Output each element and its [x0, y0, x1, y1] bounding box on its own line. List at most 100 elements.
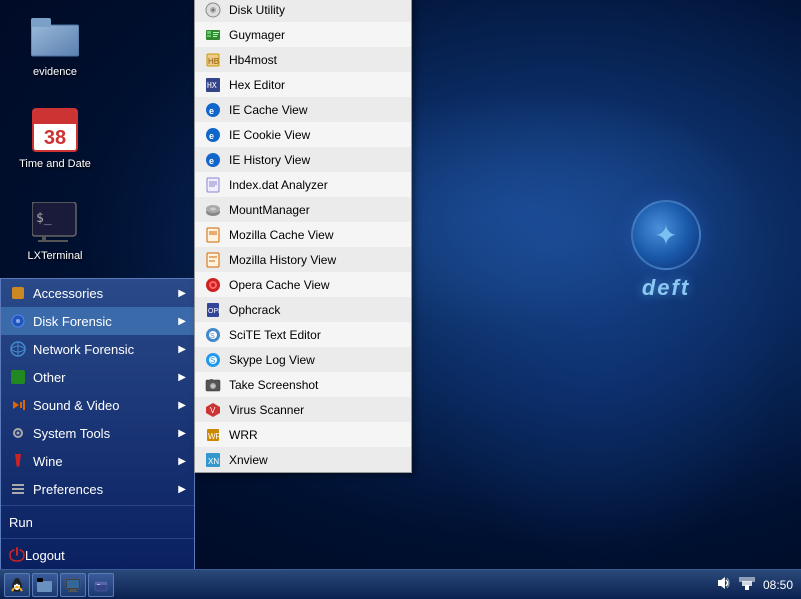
- desktop: deft evidence: [0, 0, 801, 599]
- menu-item-disk-forensic[interactable]: Disk Forensic ▶: [1, 307, 194, 335]
- timedate-label: Time and Date: [19, 158, 91, 170]
- submenu-xnview[interactable]: XN Xnview: [195, 447, 411, 472]
- system-tools-label: System Tools: [33, 426, 110, 441]
- mozilla-cache-label: Mozilla Cache View: [229, 228, 334, 242]
- submenu-index-dat[interactable]: Index.dat Analyzer: [195, 172, 411, 197]
- system-tools-arrow: ▶: [178, 428, 186, 439]
- other-arrow: ▶: [178, 372, 186, 383]
- submenu-opera-cache[interactable]: Opera Cache View: [195, 272, 411, 297]
- take-screenshot-icon: [203, 375, 223, 395]
- skype-log-label: Skype Log View: [229, 353, 315, 367]
- menu-item-system-tools[interactable]: System Tools ▶: [1, 419, 194, 447]
- preferences-icon: [9, 480, 27, 498]
- menu-item-wine[interactable]: Wine ▶: [1, 447, 194, 475]
- desktop-icon-timedate[interactable]: 38 Time and Date: [15, 102, 95, 174]
- disk-utility-icon: [203, 0, 223, 20]
- submenu-mozilla-cache[interactable]: Mozilla Cache View: [195, 222, 411, 247]
- svg-text:HB: HB: [208, 57, 219, 66]
- virus-scanner-icon: V: [203, 400, 223, 420]
- opera-cache-icon: [203, 275, 223, 295]
- svg-text:WR: WR: [208, 432, 221, 441]
- submenu-ophcrack[interactable]: OPH Ophcrack: [195, 297, 411, 322]
- taskbar-display-btn[interactable]: [60, 573, 86, 597]
- ie-cache-icon: e: [203, 100, 223, 120]
- logout-label: Logout: [25, 548, 65, 563]
- menu-item-preferences[interactable]: Preferences ▶: [1, 475, 194, 503]
- ie-cache-label: IE Cache View: [229, 103, 308, 117]
- svg-text:e: e: [209, 156, 214, 166]
- submenu-hb4most[interactable]: HB Hb4most: [195, 47, 411, 72]
- evidence-label: evidence: [33, 66, 77, 78]
- sound-video-icon: [9, 396, 27, 414]
- index-dat-icon: [203, 175, 223, 195]
- system-tools-icon: [9, 424, 27, 442]
- disk-forensic-submenu: Autopsy forensic browser Catfish Chrome …: [194, 0, 412, 473]
- ie-cookie-icon: e: [203, 125, 223, 145]
- submenu-wrr[interactable]: WR WRR: [195, 422, 411, 447]
- scite-icon: S: [203, 325, 223, 345]
- taskbar-penguin-btn[interactable]: [4, 573, 30, 597]
- other-icon: [9, 368, 27, 386]
- submenu-guymager[interactable]: Guymager: [195, 22, 411, 47]
- accessories-icon: [9, 284, 27, 302]
- mount-manager-label: MountManager: [229, 203, 310, 217]
- opera-cache-label: Opera Cache View: [229, 278, 330, 292]
- submenu-hex-editor[interactable]: HX Hex Editor: [195, 72, 411, 97]
- accessories-arrow: ▶: [178, 288, 186, 299]
- clock: 08:50: [763, 578, 793, 592]
- menu-item-other[interactable]: Other ▶: [1, 363, 194, 391]
- menu-run[interactable]: Run: [1, 508, 194, 536]
- wine-label: Wine: [33, 454, 63, 469]
- menu-logout[interactable]: Logout: [1, 541, 194, 569]
- submenu-mount-manager[interactable]: MountManager: [195, 197, 411, 222]
- calendar-icon: 38: [31, 106, 79, 154]
- guymager-icon: [203, 25, 223, 45]
- accessories-label: Accessories: [33, 286, 103, 301]
- submenu-ie-cookie[interactable]: e IE Cookie View: [195, 122, 411, 147]
- submenu-scite[interactable]: S SciTE Text Editor: [195, 322, 411, 347]
- menu-item-network-forensic[interactable]: Network Forensic ▶: [1, 335, 194, 363]
- terminal-icon-img: $_: [31, 198, 79, 246]
- submenu-disk-utility[interactable]: Disk Utility: [195, 0, 411, 22]
- submenu-ie-cache[interactable]: e IE Cache View: [195, 97, 411, 122]
- submenu-skype-log[interactable]: S Skype Log View: [195, 347, 411, 372]
- ie-history-label: IE History View: [229, 153, 310, 167]
- sound-video-label: Sound & Video: [33, 398, 120, 413]
- network-icon[interactable]: [739, 575, 755, 594]
- virus-scanner-label: Virus Scanner: [229, 403, 304, 417]
- hex-editor-label: Hex Editor: [229, 78, 285, 92]
- wrr-label: WRR: [229, 428, 258, 442]
- submenu-take-screenshot[interactable]: Take Screenshot: [195, 372, 411, 397]
- lxterminal-label: LXTerminal: [27, 250, 82, 262]
- menu-item-accessories[interactable]: Accessories ▶: [1, 279, 194, 307]
- desktop-icon-evidence[interactable]: evidence: [15, 10, 95, 82]
- taskbar-folder-btn[interactable]: [32, 573, 58, 597]
- menu-separator-2: [1, 538, 194, 539]
- network-forensic-label: Network Forensic: [33, 342, 134, 357]
- submenu-virus-scanner[interactable]: V Virus Scanner: [195, 397, 411, 422]
- taskbar-right: 08:50: [707, 575, 801, 594]
- hex-editor-icon: HX: [203, 75, 223, 95]
- sound-icon[interactable]: [715, 575, 731, 594]
- deft-logo-icon: [631, 200, 701, 270]
- disk-forensic-icon: [9, 312, 27, 330]
- svg-text:XN: XN: [208, 457, 219, 466]
- taskbar-window-btn[interactable]: [88, 573, 114, 597]
- menu-separator-1: [1, 505, 194, 506]
- wine-icon: [9, 452, 27, 470]
- svg-text:e: e: [209, 131, 214, 141]
- submenu-ie-history[interactable]: e IE History View: [195, 147, 411, 172]
- menu-item-sound-video[interactable]: Sound & Video ▶: [1, 391, 194, 419]
- sound-video-arrow: ▶: [178, 400, 186, 411]
- disk-utility-label: Disk Utility: [229, 3, 285, 17]
- desktop-icons: evidence 38 Time and Date $_: [15, 10, 95, 266]
- take-screenshot-label: Take Screenshot: [229, 378, 318, 392]
- svg-text:$_: $_: [36, 211, 52, 226]
- hb4most-icon: HB: [203, 50, 223, 70]
- logout-icon: [9, 546, 25, 565]
- run-label: Run: [9, 515, 33, 530]
- desktop-icon-lxterminal[interactable]: $_ LXTerminal: [15, 194, 95, 266]
- ie-history-icon: e: [203, 150, 223, 170]
- submenu-mozilla-history[interactable]: Mozilla History View: [195, 247, 411, 272]
- deft-logo-text: deft: [631, 275, 701, 301]
